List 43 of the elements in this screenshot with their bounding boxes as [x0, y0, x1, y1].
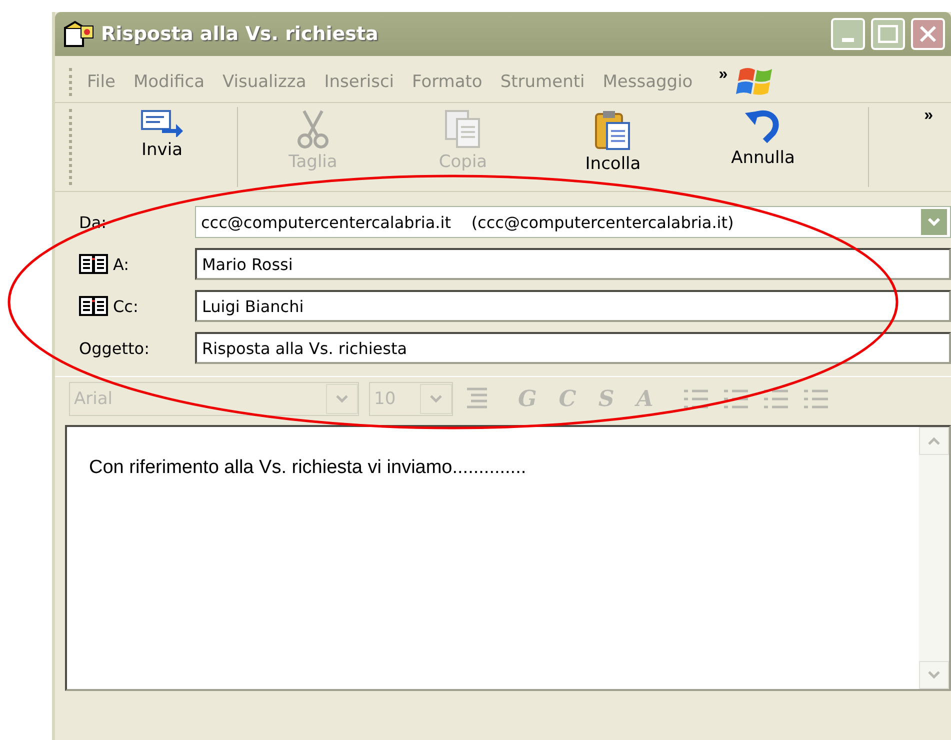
- chevron-down-icon: [335, 394, 349, 404]
- toolbar-button[interactable]: Invia: [87, 103, 237, 191]
- field-value: ccc@computercentercalabria.it (ccc@computercentercalabria.it): [201, 212, 734, 232]
- dropdown-field[interactable]: ccc@computercentercalabria.it (ccc@computercentercalabria.it): [195, 206, 951, 238]
- menu-item[interactable]: Messaggio: [602, 72, 709, 92]
- chevron-down-icon: [927, 670, 941, 680]
- address-book-icon[interactable]: [79, 253, 109, 275]
- field-label: Oggetto:: [79, 338, 150, 358]
- field-label: Cc:: [113, 296, 138, 316]
- minimize-button[interactable]: [831, 18, 865, 50]
- menu-item[interactable]: Strumenti: [500, 72, 601, 92]
- chevron-down-icon: [927, 217, 941, 227]
- body-text: Con riferimento alla Vs. richiesta vi inviamo..............: [88, 456, 528, 480]
- menu-item[interactable]: Modifica: [133, 72, 221, 92]
- toolbar-button[interactable]: Annulla: [688, 103, 838, 191]
- message-body[interactable]: Con riferimento alla Vs. richiesta vi inviamo..............: [65, 425, 951, 691]
- maximize-button[interactable]: [871, 18, 905, 50]
- scissors-icon: [296, 109, 330, 149]
- minimize-icon: [842, 38, 854, 42]
- input-field[interactable]: Risposta alla Vs. richiesta: [195, 332, 951, 364]
- toolbar-button[interactable]: Incolla: [538, 103, 688, 191]
- field-label: A:: [113, 254, 130, 274]
- more-button[interactable]: »: [710, 66, 736, 84]
- address-book-icon[interactable]: [79, 295, 109, 317]
- input-field[interactable]: Luigi Bianchi: [195, 290, 951, 322]
- arrow-up-icon: [927, 436, 941, 446]
- menu-item[interactable]: File: [87, 72, 132, 92]
- input-field[interactable]: Mario Rossi: [195, 248, 951, 280]
- dropdown-button[interactable]: [920, 208, 948, 236]
- chevron-down-icon: [429, 394, 443, 404]
- window-title: Risposta alla Vs. richiesta: [101, 23, 380, 45]
- menu-item[interactable]: Formato: [412, 72, 498, 92]
- close-icon: [919, 25, 937, 43]
- more-button[interactable]: »: [916, 107, 941, 125]
- scrollbar[interactable]: [919, 427, 949, 689]
- message-icon: [63, 20, 95, 48]
- maximize-icon: [878, 25, 898, 43]
- envelope-icon: [140, 109, 184, 137]
- menu-item[interactable]: Inserisci: [324, 72, 410, 92]
- menu-item[interactable]: Visualizza: [222, 72, 322, 92]
- documents-icon: [443, 109, 483, 149]
- close-button[interactable]: [911, 18, 945, 50]
- clipboard-icon: [593, 109, 633, 151]
